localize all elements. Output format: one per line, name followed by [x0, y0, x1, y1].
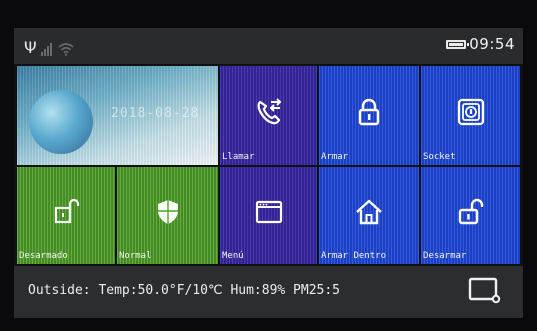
llamar-tile[interactable]: Llamar [220, 66, 317, 165]
hero-date: 2018-08-28 [111, 106, 200, 121]
tile-label: Normal [119, 251, 152, 261]
padlock-open-icon [458, 198, 483, 224]
armar-dentro-tile[interactable]: Armar Dentro [319, 167, 419, 264]
tile-label: Socket [423, 152, 456, 162]
antenna-icon: Ψ [24, 38, 37, 57]
socket-icon [457, 98, 484, 125]
battery-icon [446, 39, 470, 49]
door-unlocked-icon [54, 198, 80, 223]
status-bar: Ψ 09:54 [14, 28, 523, 64]
signal-bars-icon [40, 43, 52, 56]
clock: 09:54 [469, 35, 515, 53]
bottom-bar: Outside: Temp:50.0°F/10℃ Hum:89% PM25:5 [14, 266, 523, 318]
tile-label: Menú [222, 251, 244, 261]
touch-screen: Ψ 09:54 2018-08-28 Llamar Armar Socket D… [14, 28, 523, 318]
tile-label: Desarmar [423, 251, 467, 261]
desarmado-tile[interactable]: Desarmado [17, 167, 115, 264]
phone-transfer-icon [257, 97, 281, 124]
socket-tile[interactable]: Socket [421, 66, 520, 165]
outside-weather-readout: Outside: Temp:50.0°F/10℃ Hum:89% PM25:5 [28, 283, 341, 298]
tile-label: Llamar [222, 152, 255, 162]
desarmar-tile[interactable]: Desarmar [421, 167, 520, 264]
shield-icon [157, 199, 178, 224]
tile-label: Desarmado [19, 251, 68, 261]
padlock-closed-icon [358, 98, 380, 125]
status-right: 09:54 [446, 35, 515, 53]
status-indicators: Ψ [24, 34, 74, 56]
menu-tile[interactable]: Menú [220, 167, 317, 264]
device-frame: Ψ 09:54 2018-08-28 Llamar Armar Socket D… [0, 0, 537, 331]
tile-label: Armar [321, 152, 349, 162]
wifi-icon [58, 43, 74, 56]
house-icon [356, 199, 382, 224]
window-icon [255, 200, 282, 223]
tile-label: Armar Dentro [321, 251, 387, 261]
armar-tile[interactable]: Armar [319, 66, 419, 165]
normal-tile[interactable]: Normal [117, 167, 218, 264]
weather-clock-tile[interactable]: 2018-08-28 [17, 66, 218, 165]
screen-button-icon[interactable] [467, 276, 503, 306]
globe-icon [29, 90, 93, 154]
